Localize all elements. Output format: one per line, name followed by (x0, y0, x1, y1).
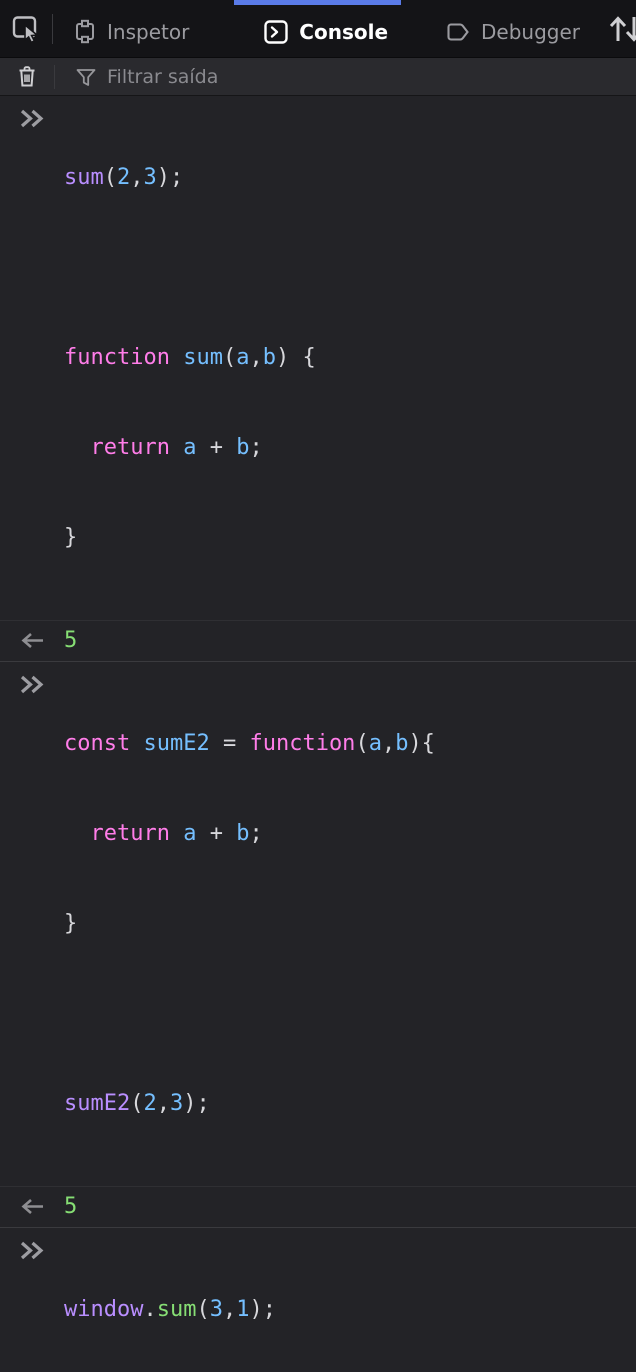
result-value: 5 (64, 628, 78, 653)
clear-console-button[interactable] (0, 58, 54, 95)
console-prompt-icon (263, 19, 289, 45)
console-entry: sum(2,3); function sum(a,b) { return a +… (0, 96, 636, 661)
console-result-message: 5 (0, 620, 636, 661)
history-prompt-icon (0, 103, 64, 613)
history-prompt-icon (0, 1235, 64, 1372)
element-picker-button[interactable] (0, 0, 52, 57)
network-tab-button[interactable] (596, 0, 636, 57)
tab-debugger[interactable]: Debugger (430, 0, 596, 60)
active-tab-indicator (234, 0, 401, 5)
command-code: const sumE2 = function(a,b){ return a + … (64, 731, 435, 1116)
result-value: 5 (64, 1194, 78, 1219)
history-prompt-icon (0, 669, 64, 1179)
command-code: sum(2,3); function sum(a,b) { return a +… (64, 165, 316, 550)
toolbar-separator (52, 13, 53, 44)
trash-icon (15, 64, 39, 89)
devtools-tab-bar: Inspetor Console Debugger (0, 0, 636, 58)
console-entry: const sumE2 = function(a,b){ return a + … (0, 661, 636, 1227)
up-down-arrows-icon (607, 14, 636, 44)
result-arrow-icon (0, 1192, 64, 1222)
node-select-icon (73, 19, 97, 44)
console-output: sum(2,3); function sum(a,b) { return a +… (0, 96, 636, 1372)
tab-debugger-label: Debugger (481, 19, 581, 44)
console-result-message: 5 (0, 1186, 636, 1227)
result-arrow-icon (0, 626, 64, 656)
console-command-message[interactable]: window.sum(3,1); (0, 1228, 636, 1372)
tab-inspector[interactable]: Inspetor (57, 0, 205, 60)
filter-placeholder: Filtrar saída (107, 65, 219, 88)
console-command-message[interactable]: const sumE2 = function(a,b){ return a + … (0, 662, 636, 1186)
command-code: window.sum(3,1); (64, 1297, 276, 1322)
element-picker-icon (11, 14, 41, 43)
console-entry: window.sum(3,1); 4 (0, 1227, 636, 1372)
tab-console[interactable]: Console (247, 0, 404, 60)
console-filter-bar: Filtrar saída (0, 58, 636, 96)
debugger-tag-icon (446, 20, 471, 44)
tab-inspector-label: Inspetor (107, 19, 190, 44)
console-command-message[interactable]: sum(2,3); function sum(a,b) { return a +… (0, 96, 636, 620)
filter-output-input[interactable]: Filtrar saída (55, 58, 636, 95)
funnel-icon (75, 66, 97, 88)
tab-console-label: Console (299, 19, 389, 44)
